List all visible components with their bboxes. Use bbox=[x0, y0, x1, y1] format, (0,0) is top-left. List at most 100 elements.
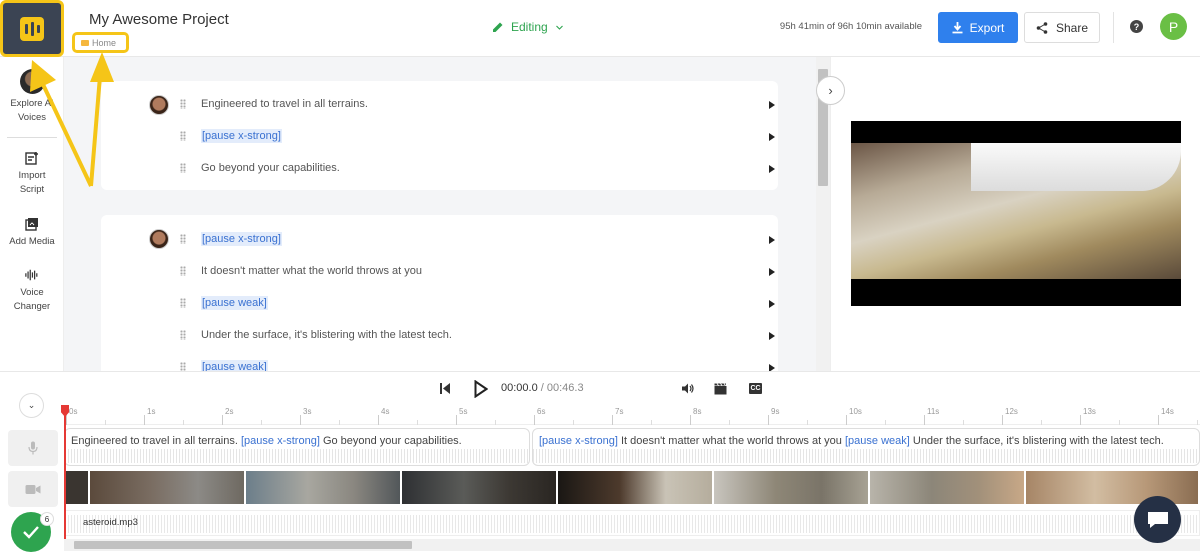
time-display: 00:00.0 / 00:46.3 bbox=[501, 382, 584, 394]
sidebar-item-label: Voice Changer bbox=[13, 287, 51, 312]
drag-handle-icon[interactable] bbox=[180, 362, 186, 371]
clip-text: [pause x-strong] It doesn't matter what … bbox=[539, 435, 1164, 447]
drag-handle-icon[interactable] bbox=[180, 131, 186, 141]
video-clip[interactable] bbox=[246, 471, 402, 504]
volume-icon[interactable] bbox=[681, 382, 694, 395]
ruler-tick-minor bbox=[885, 420, 886, 425]
playhead[interactable] bbox=[64, 405, 66, 540]
video-clip[interactable] bbox=[64, 471, 90, 504]
sidebar-item-explore-voices[interactable]: Explore AI Voices bbox=[0, 69, 64, 125]
sidebar-item-label: Explore AI Voices bbox=[10, 98, 54, 123]
drag-handle-icon[interactable] bbox=[180, 266, 186, 276]
ruler-tick-minor bbox=[261, 420, 262, 425]
breadcrumb[interactable]: Home bbox=[72, 32, 130, 53]
sidebar-item-add-media[interactable]: Add Media bbox=[0, 217, 64, 249]
checkmark-icon bbox=[23, 526, 39, 539]
ruler-label: 3s bbox=[303, 407, 312, 416]
ruler-tick-minor bbox=[807, 420, 808, 425]
drag-handle-icon[interactable] bbox=[180, 99, 186, 109]
play-line-icon[interactable] bbox=[769, 364, 775, 371]
ruler-tick bbox=[222, 415, 223, 425]
timeline-scrollbar[interactable] bbox=[64, 539, 1200, 551]
audio-file-name: asteroid.mp3 bbox=[83, 517, 138, 528]
skip-back-icon[interactable] bbox=[440, 383, 450, 394]
app-logo[interactable] bbox=[0, 0, 64, 57]
ruler-tick-minor bbox=[729, 420, 730, 425]
mode-label: Editing bbox=[511, 20, 548, 34]
voice-track-header[interactable] bbox=[8, 430, 58, 466]
video-clip[interactable] bbox=[714, 471, 870, 504]
sidebar-divider bbox=[7, 137, 57, 138]
share-icon bbox=[1036, 21, 1048, 34]
ruler-tick bbox=[456, 415, 457, 425]
sidebar-item-import-script[interactable]: Import Script bbox=[0, 151, 64, 197]
ruler-tick bbox=[300, 415, 301, 425]
captions-icon[interactable]: CC bbox=[749, 383, 762, 394]
script-line[interactable]: It doesn't matter what the world throws … bbox=[201, 265, 422, 277]
video-track[interactable] bbox=[64, 471, 1200, 504]
video-clip[interactable] bbox=[402, 471, 558, 504]
voice-clip-2[interactable]: [pause x-strong] It doesn't matter what … bbox=[532, 428, 1200, 466]
share-button[interactable]: Share bbox=[1024, 12, 1100, 43]
download-icon bbox=[952, 21, 963, 33]
script-line[interactable]: Under the surface, it's blistering with … bbox=[201, 329, 452, 341]
paper-roll bbox=[971, 143, 1181, 191]
chat-button[interactable] bbox=[1134, 496, 1181, 543]
play-line-icon[interactable] bbox=[769, 101, 775, 109]
play-line-icon[interactable] bbox=[769, 133, 775, 141]
timeline-collapse-icon[interactable]: ⌄ bbox=[19, 393, 44, 418]
video-clip[interactable] bbox=[870, 471, 1026, 504]
project-title[interactable]: My Awesome Project bbox=[89, 11, 229, 28]
video-clip[interactable] bbox=[1026, 471, 1200, 504]
script-line-pause[interactable]: [pause weak] bbox=[201, 296, 268, 310]
video-clip[interactable] bbox=[558, 471, 714, 504]
script-line-pause[interactable]: [pause x-strong] bbox=[201, 232, 282, 246]
ruler-tick-minor bbox=[495, 420, 496, 425]
sidebar-item-voice-changer[interactable]: Voice Changer bbox=[0, 268, 64, 314]
ruler-tick-minor bbox=[1197, 420, 1198, 425]
script-line[interactable]: Go beyond your capabilities. bbox=[201, 162, 340, 174]
left-sidebar: Explore AI Voices Import Script Add Medi… bbox=[0, 57, 64, 371]
video-preview[interactable] bbox=[851, 121, 1181, 306]
ruler-tick bbox=[768, 415, 769, 425]
drag-handle-icon[interactable] bbox=[180, 234, 186, 244]
header-divider bbox=[1113, 12, 1114, 43]
export-button[interactable]: Export bbox=[938, 12, 1018, 43]
export-label: Export bbox=[969, 20, 1005, 35]
script-line-pause[interactable]: [pause x-strong] bbox=[201, 129, 282, 143]
ruler-label: 6s bbox=[537, 407, 546, 416]
video-clip[interactable] bbox=[90, 471, 246, 504]
mode-dropdown[interactable]: Editing bbox=[492, 20, 564, 34]
ruler-label: 4s bbox=[381, 407, 390, 416]
voice-avatar-icon bbox=[19, 69, 45, 94]
drag-handle-icon[interactable] bbox=[180, 163, 186, 173]
timeline-ruler[interactable]: 0s 1s 2s 3s 4s 5s 6s 7s 8s 9s 10s 11s 12s 13s 14s bbox=[64, 405, 1200, 425]
audio-track[interactable]: asteroid.mp3 bbox=[64, 510, 1200, 536]
play-line-icon[interactable] bbox=[769, 236, 775, 244]
clapperboard-icon[interactable] bbox=[714, 382, 727, 395]
user-avatar[interactable]: P bbox=[1160, 13, 1187, 40]
scrollbar-thumb[interactable] bbox=[74, 541, 412, 549]
ruler-label: 10s bbox=[849, 407, 862, 416]
script-line[interactable]: Engineered to travel in all terrains. bbox=[201, 98, 368, 110]
speaker-avatar[interactable] bbox=[149, 95, 169, 115]
voice-clip-1[interactable]: Engineered to travel in all terrains. [p… bbox=[64, 428, 530, 466]
play-line-icon[interactable] bbox=[769, 165, 775, 173]
video-track-header[interactable] bbox=[8, 471, 58, 507]
microphone-icon bbox=[28, 441, 38, 455]
ruler-tick-minor bbox=[183, 420, 184, 425]
drag-handle-icon[interactable] bbox=[180, 330, 186, 340]
play-line-icon[interactable] bbox=[769, 300, 775, 308]
play-icon[interactable] bbox=[474, 380, 488, 398]
ruler-tick bbox=[924, 415, 925, 425]
script-line-pause[interactable]: [pause weak] bbox=[201, 360, 268, 371]
script-block-1: Engineered to travel in all terrains. [p… bbox=[101, 81, 778, 190]
total-time: 00:46.3 bbox=[546, 382, 584, 394]
play-line-icon[interactable] bbox=[769, 268, 775, 276]
help-icon[interactable]: ? bbox=[1130, 20, 1143, 33]
speaker-avatar[interactable] bbox=[149, 229, 169, 249]
play-line-icon[interactable] bbox=[769, 332, 775, 340]
chevron-right-icon[interactable]: › bbox=[816, 76, 845, 105]
drag-handle-icon[interactable] bbox=[180, 298, 186, 308]
pencil-icon bbox=[493, 22, 503, 32]
